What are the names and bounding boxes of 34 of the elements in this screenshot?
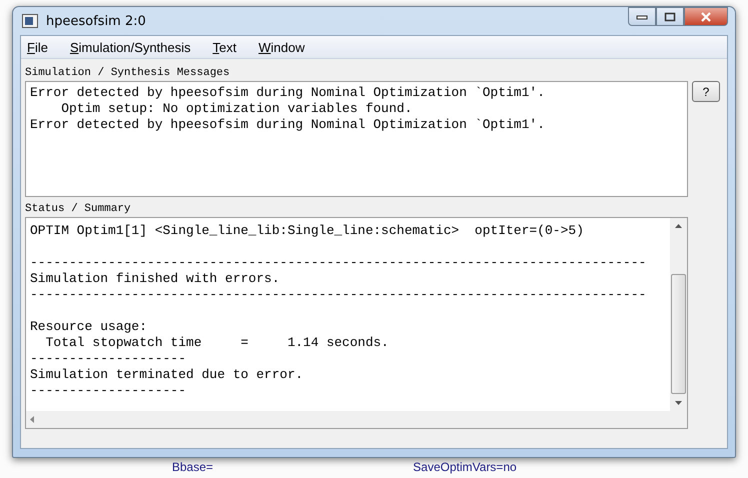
vertical-scrollbar[interactable] — [670, 218, 687, 411]
status-line: Total stopwatch time = 1.14 seconds. — [44, 335, 390, 351]
minimize-icon — [636, 14, 648, 20]
menu-item[interactable]: File — [27, 40, 48, 54]
maximize-icon — [664, 12, 676, 22]
horizontal-scrollbar[interactable] — [26, 411, 687, 428]
scroll-left-icon[interactable] — [30, 416, 34, 423]
scroll-down-icon[interactable] — [675, 401, 682, 405]
status-line: Simulation finished with errors. — [30, 271, 281, 287]
close-button[interactable] — [684, 7, 728, 26]
close-icon — [700, 12, 712, 22]
maximize-button[interactable] — [656, 7, 684, 26]
app-icon — [22, 14, 38, 28]
minimize-button[interactable] — [628, 7, 656, 26]
status-line: Simulation terminated due to error. — [30, 367, 304, 383]
menu-item[interactable]: Simulation/Synthesis — [70, 40, 191, 54]
scroll-up-icon[interactable] — [675, 224, 682, 228]
schematic-label: Bbase= — [172, 460, 214, 474]
section-label: Status / Summary — [25, 202, 132, 217]
help-button[interactable]: ? — [692, 81, 720, 102]
menu-item[interactable]: Window — [258, 40, 305, 54]
status-line: Resource usage: — [30, 319, 148, 335]
status-line: OPTIM Optim1[1] <Single_line_lib:Single_line:schematic> optIter=(0->5) — [30, 223, 585, 239]
message-line: Optim setup: No optimization variables found. — [60, 101, 414, 117]
schematic-label: SaveOptimVars=no — [413, 460, 517, 474]
status-line: ------------------------------------------------------------------------------- — [30, 287, 648, 303]
status-line: -------------------- — [30, 351, 188, 367]
status-line: ------------------------------------------------------------------------------- — [30, 255, 648, 271]
section-label: Simulation / Synthesis Messages — [25, 66, 231, 81]
message-line: Error detected by hpeesofsim during Nominal Optimization `Optim1'. — [30, 117, 546, 133]
window-title: hpeesofsim 2:0 — [46, 14, 146, 28]
message-line: Error detected by hpeesofsim during Nominal Optimization `Optim1'. — [30, 85, 546, 101]
menu-item[interactable]: Text — [212, 40, 236, 54]
status-line: -------------------- — [30, 383, 188, 399]
